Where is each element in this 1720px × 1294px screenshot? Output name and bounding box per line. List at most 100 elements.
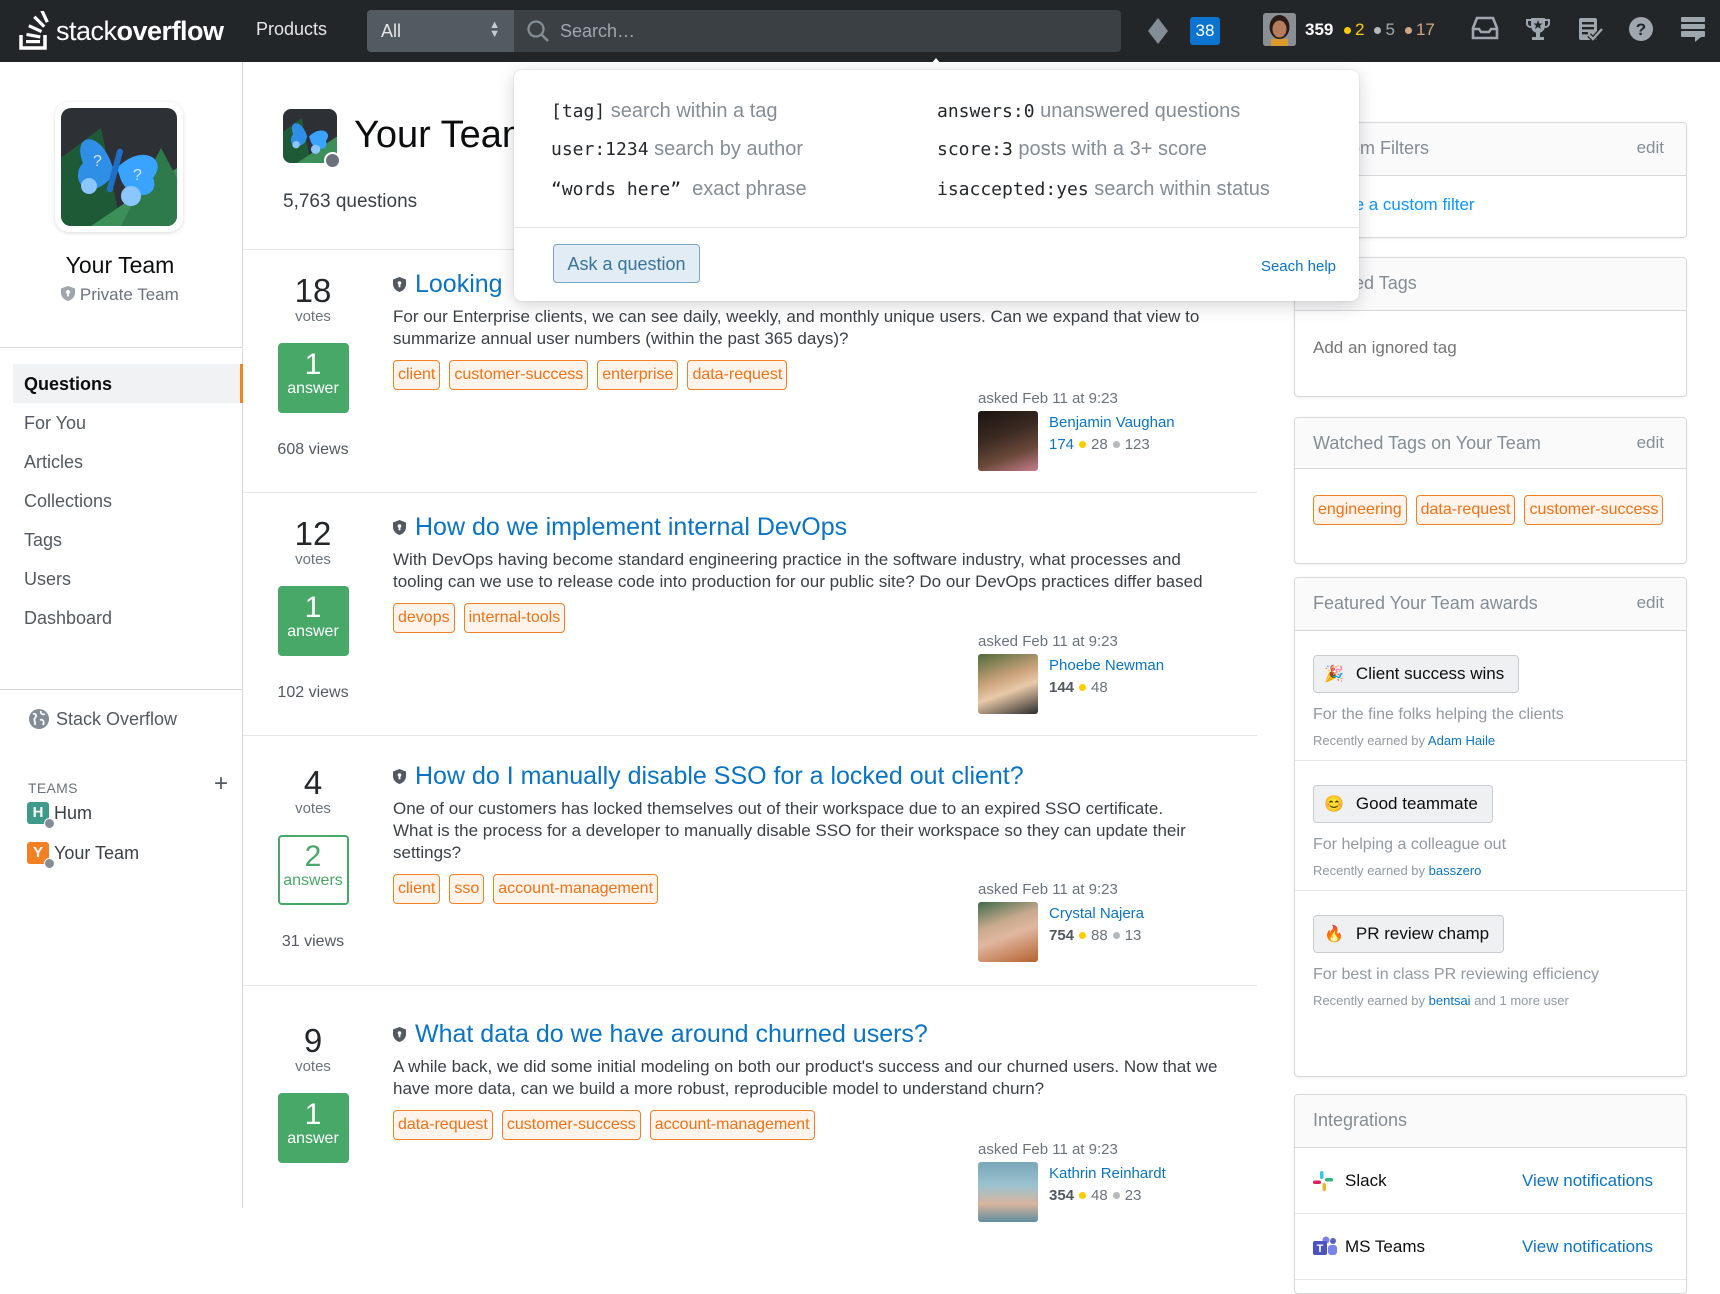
sidebar-item-tags[interactable]: Tags — [13, 520, 243, 559]
ignored-tag-input[interactable] — [1313, 338, 1653, 358]
tag[interactable]: customer-success — [501, 1110, 641, 1140]
products-menu[interactable]: Products — [256, 19, 327, 40]
award-description: For best in class PR reviewing efficienc… — [1313, 966, 1600, 983]
sidebar-item-users[interactable]: Users — [13, 559, 243, 598]
earned-by-user-link[interactable]: Adam Haile — [1428, 733, 1495, 748]
answer-count: 1 — [304, 348, 322, 381]
private-lock-icon — [324, 152, 341, 169]
edit-link[interactable]: edit — [1637, 138, 1664, 158]
team-name: Your Team — [54, 842, 140, 863]
owner-reputation: 754 88 13 — [1049, 927, 1142, 944]
tag[interactable]: internal-tools — [463, 603, 566, 633]
tag[interactable]: customer-success — [1524, 495, 1664, 525]
earned-by-user-link[interactable]: bentsai — [1429, 993, 1471, 1008]
achievements-trophy-icon[interactable] — [1525, 16, 1551, 42]
question-tags: client customer-success enterprise data-… — [393, 360, 1243, 390]
gold-badge-icon — [1079, 441, 1087, 448]
tag[interactable]: client — [393, 874, 441, 904]
award-badge-button[interactable]: 🔥 PR review champ — [1313, 915, 1505, 953]
stackoverflow-logo[interactable]: stackoverflow — [18, 8, 224, 54]
sidebar-item-stack-overflow[interactable]: Stack Overflow — [28, 708, 177, 730]
award-description: For helping a colleague out — [1313, 836, 1507, 853]
owner-name-link[interactable]: Benjamin Vaughan — [1049, 414, 1175, 431]
question-title-link[interactable]: What data do we have around churned user… — [393, 1020, 1243, 1049]
question-excerpt: With DevOps having become standard engin… — [393, 550, 1203, 591]
diamond-icon[interactable] — [1148, 18, 1168, 44]
tag[interactable]: enterprise — [597, 360, 679, 390]
answer-label: answer — [287, 1130, 339, 1147]
tag[interactable]: account-management — [649, 1110, 815, 1140]
site-switcher-icon[interactable] — [1681, 16, 1705, 44]
inbox-icon[interactable] — [1471, 16, 1499, 40]
slack-icon — [1313, 1170, 1333, 1191]
help-icon[interactable]: ? — [1628, 16, 1654, 42]
search-input[interactable] — [560, 20, 1060, 42]
vote-count: 18 — [294, 272, 332, 309]
view-notifications-link[interactable]: View notifications — [1522, 1237, 1653, 1257]
sidebar-item-for-you[interactable]: For You — [13, 403, 243, 442]
svg-text:?: ? — [133, 167, 142, 184]
tag[interactable]: engineering — [1313, 495, 1407, 525]
edit-link[interactable]: edit — [1637, 433, 1664, 453]
tag[interactable]: devops — [393, 603, 455, 633]
question-owner: asked Feb 11 at 9:23 Crystal Najera 754 … — [978, 881, 1144, 962]
inbox-count-badge[interactable]: 38 — [1190, 17, 1220, 45]
question-excerpt: One of our customers has locked themselv… — [393, 799, 1186, 862]
question-owner: asked Feb 11 at 9:23 Phoebe Newman 144 4… — [978, 633, 1164, 714]
sidebar-item-questions[interactable]: Questions — [13, 364, 243, 403]
divider — [514, 227, 1359, 228]
sidebar-nav: Questions For You Articles Collections T… — [13, 364, 243, 637]
search-help-link[interactable]: Seach help — [1261, 258, 1336, 275]
owner-name-link[interactable]: Kathrin Reinhardt — [1049, 1165, 1166, 1182]
owner-name-link[interactable]: Crystal Najera — [1049, 905, 1144, 922]
edit-link[interactable]: edit — [1637, 593, 1664, 613]
sidebar-item-dashboard[interactable]: Dashboard — [13, 598, 243, 637]
owner-avatar[interactable] — [978, 654, 1038, 714]
answer-label: answer — [287, 623, 339, 640]
earned-by-user-link[interactable]: basszero — [1429, 863, 1482, 878]
divider — [0, 347, 242, 348]
answer-count: 2 — [304, 840, 322, 873]
integration-item-slack: Slack View notifications — [1295, 1148, 1686, 1214]
tag[interactable]: data-request — [393, 1110, 493, 1140]
team-avatar-icon: H — [27, 802, 55, 829]
page-title: Your Team — [354, 114, 534, 156]
award-badge-button[interactable]: 😊 Good teammate — [1313, 785, 1493, 823]
view-notifications-link[interactable]: View notifications — [1522, 1171, 1653, 1191]
review-queue-icon[interactable] — [1577, 16, 1603, 42]
award-item: 😊 Good teammate For helping a colleague … — [1295, 761, 1686, 891]
question-title-link[interactable]: How do we implement internal DevOps — [393, 513, 1243, 542]
search-hint: isaccepted:yes search within status — [937, 178, 1270, 200]
tag[interactable]: client — [393, 360, 441, 390]
question-stats: 12 votes 1 answer 102 views — [261, 517, 365, 702]
sidebar-item-articles[interactable]: Articles — [13, 442, 243, 481]
question-title-link[interactable]: How do I manually disable SSO for a lock… — [393, 762, 1243, 791]
user-avatar[interactable] — [1263, 13, 1296, 46]
tag[interactable]: data-request — [687, 360, 788, 390]
owner-avatar[interactable] — [978, 411, 1038, 471]
popover-arrow — [926, 58, 946, 70]
owner-name-link[interactable]: Phoebe Newman — [1049, 657, 1164, 674]
tag[interactable]: customer-success — [449, 360, 589, 390]
tag[interactable]: account-management — [493, 874, 659, 904]
private-shield-icon — [393, 769, 406, 784]
answer-count: 1 — [304, 591, 322, 624]
award-item: 🔥 PR review champ For best in class PR r… — [1295, 891, 1686, 1020]
owner-avatar[interactable] — [978, 902, 1038, 962]
ask-question-button[interactable]: Ask a question — [553, 244, 700, 283]
team-item-hum[interactable]: H Hum — [27, 802, 92, 829]
tag[interactable]: sso — [449, 874, 485, 904]
sidebar-item-collections[interactable]: Collections — [13, 481, 243, 520]
tag[interactable]: data-request — [1415, 495, 1516, 525]
svg-text:?: ? — [93, 153, 102, 170]
divider — [0, 689, 242, 690]
add-team-plus-icon[interactable]: + — [214, 770, 228, 798]
owner-avatar[interactable] — [978, 1162, 1038, 1222]
question-tags: data-request customer-success account-ma… — [393, 1110, 1243, 1140]
answer-count-badge: 1 answer — [277, 343, 349, 413]
card-header: Featured Your Team awards edit — [1295, 578, 1686, 631]
fire-icon: 🔥 — [1324, 926, 1344, 943]
award-badge-button[interactable]: 🎉 Client success wins — [1313, 655, 1520, 693]
team-item-your-team[interactable]: Y Your Team — [27, 842, 140, 869]
search-scope-select[interactable]: All ▲ ▼ — [367, 10, 514, 52]
